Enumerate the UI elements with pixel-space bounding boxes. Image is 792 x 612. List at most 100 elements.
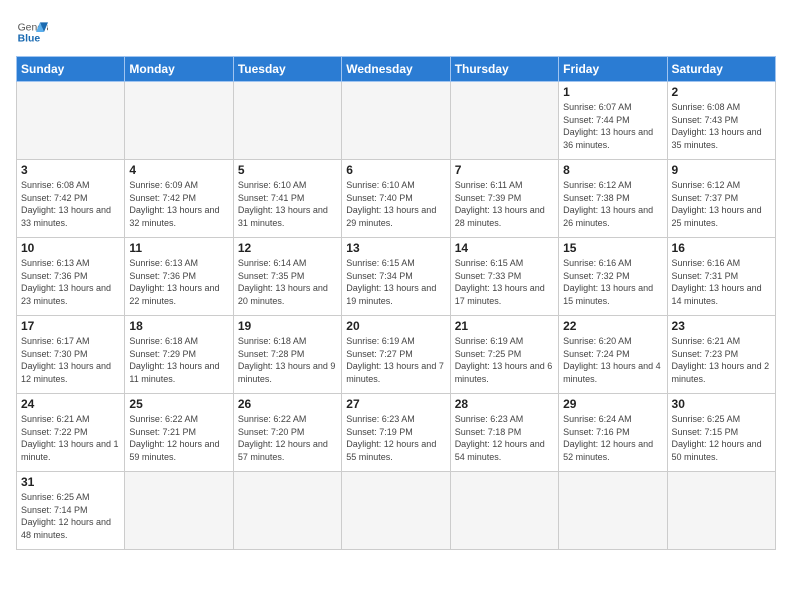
col-header-sunday: Sunday (17, 57, 125, 82)
day-number: 11 (129, 241, 228, 255)
logo: General Blue (16, 16, 52, 48)
day-number: 14 (455, 241, 554, 255)
calendar-cell: 15 Sunrise: 6:16 AM Sunset: 7:32 PM Dayli… (559, 238, 667, 316)
calendar-cell: 21 Sunrise: 6:19 AM Sunset: 7:25 PM Dayli… (450, 316, 558, 394)
day-number: 15 (563, 241, 662, 255)
calendar-cell: 12Sunrise: 6:14 AM Sunset: 7:35 PM Dayli… (233, 238, 341, 316)
calendar-week-2: 10 Sunrise: 6:13 AM Sunset: 7:36 PM Dayli… (17, 238, 776, 316)
calendar-cell: 23Sunrise: 6:21 AM Sunset: 7:23 PM Dayli… (667, 316, 775, 394)
logo-icon: General Blue (16, 16, 48, 48)
day-info: Sunrise: 6:22 AM Sunset: 7:21 PM Dayligh… (129, 413, 228, 463)
day-info: Sunrise: 6:10 AM Sunset: 7:41 PM Dayligh… (238, 179, 337, 229)
day-number: 29 (563, 397, 662, 411)
day-number: 2 (672, 85, 771, 99)
calendar-cell: 28Sunrise: 6:23 AM Sunset: 7:18 PM Dayli… (450, 394, 558, 472)
calendar-cell: 20 Sunrise: 6:19 AM Sunset: 7:27 PM Dayli… (342, 316, 450, 394)
calendar-cell (342, 472, 450, 550)
day-number: 9 (672, 163, 771, 177)
day-info: Sunrise: 6:19 AM Sunset: 7:27 PM Dayligh… (346, 335, 445, 385)
day-number: 23 (672, 319, 771, 333)
day-number: 17 (21, 319, 120, 333)
day-info: Sunrise: 6:18 AM Sunset: 7:28 PM Dayligh… (238, 335, 337, 385)
day-number: 1 (563, 85, 662, 99)
day-info: Sunrise: 6:13 AM Sunset: 7:36 PM Dayligh… (21, 257, 120, 307)
day-info: Sunrise: 6:16 AM Sunset: 7:31 PM Dayligh… (672, 257, 771, 307)
col-header-wednesday: Wednesday (342, 57, 450, 82)
calendar-cell: 6 Sunrise: 6:10 AM Sunset: 7:40 PM Daylig… (342, 160, 450, 238)
day-info: Sunrise: 6:17 AM Sunset: 7:30 PM Dayligh… (21, 335, 120, 385)
day-number: 4 (129, 163, 228, 177)
calendar-cell (125, 472, 233, 550)
day-number: 30 (672, 397, 771, 411)
calendar-cell: 16 Sunrise: 6:16 AM Sunset: 7:31 PM Dayli… (667, 238, 775, 316)
day-info: Sunrise: 6:22 AM Sunset: 7:20 PM Dayligh… (238, 413, 337, 463)
calendar-cell: 13Sunrise: 6:15 AM Sunset: 7:34 PM Dayli… (342, 238, 450, 316)
day-number: 26 (238, 397, 337, 411)
day-info: Sunrise: 6:24 AM Sunset: 7:16 PM Dayligh… (563, 413, 662, 463)
calendar-cell: 8Sunrise: 6:12 AM Sunset: 7:38 PM Daylig… (559, 160, 667, 238)
calendar-cell: 29 Sunrise: 6:24 AM Sunset: 7:16 PM Dayli… (559, 394, 667, 472)
calendar-cell: 17 Sunrise: 6:17 AM Sunset: 7:30 PM Dayli… (17, 316, 125, 394)
day-number: 13 (346, 241, 445, 255)
day-info: Sunrise: 6:18 AM Sunset: 7:29 PM Dayligh… (129, 335, 228, 385)
calendar-cell: 3 Sunrise: 6:08 AM Sunset: 7:42 PM Daylig… (17, 160, 125, 238)
day-number: 19 (238, 319, 337, 333)
calendar-cell: 5 Sunrise: 6:10 AM Sunset: 7:41 PM Daylig… (233, 160, 341, 238)
calendar-cell: 2Sunrise: 6:08 AM Sunset: 7:43 PM Daylig… (667, 82, 775, 160)
calendar-cell: 9 Sunrise: 6:12 AM Sunset: 7:37 PM Daylig… (667, 160, 775, 238)
day-info: Sunrise: 6:19 AM Sunset: 7:25 PM Dayligh… (455, 335, 554, 385)
calendar-cell: 10 Sunrise: 6:13 AM Sunset: 7:36 PM Dayli… (17, 238, 125, 316)
day-number: 27 (346, 397, 445, 411)
day-number: 8 (563, 163, 662, 177)
day-number: 22 (563, 319, 662, 333)
calendar-week-1: 3 Sunrise: 6:08 AM Sunset: 7:42 PM Daylig… (17, 160, 776, 238)
calendar-cell: 4Sunrise: 6:09 AM Sunset: 7:42 PM Daylig… (125, 160, 233, 238)
calendar-cell: 26 Sunrise: 6:22 AM Sunset: 7:20 PM Dayli… (233, 394, 341, 472)
day-number: 24 (21, 397, 120, 411)
day-info: Sunrise: 6:15 AM Sunset: 7:33 PM Dayligh… (455, 257, 554, 307)
day-number: 21 (455, 319, 554, 333)
day-number: 6 (346, 163, 445, 177)
day-number: 16 (672, 241, 771, 255)
calendar-cell: 25 Sunrise: 6:22 AM Sunset: 7:21 PM Dayli… (125, 394, 233, 472)
day-info: Sunrise: 6:16 AM Sunset: 7:32 PM Dayligh… (563, 257, 662, 307)
calendar-cell: 30 Sunrise: 6:25 AM Sunset: 7:15 PM Dayli… (667, 394, 775, 472)
day-number: 7 (455, 163, 554, 177)
day-info: Sunrise: 6:13 AM Sunset: 7:36 PM Dayligh… (129, 257, 228, 307)
day-info: Sunrise: 6:23 AM Sunset: 7:18 PM Dayligh… (455, 413, 554, 463)
day-info: Sunrise: 6:25 AM Sunset: 7:15 PM Dayligh… (672, 413, 771, 463)
calendar-cell: 18Sunrise: 6:18 AM Sunset: 7:29 PM Dayli… (125, 316, 233, 394)
day-info: Sunrise: 6:21 AM Sunset: 7:22 PM Dayligh… (21, 413, 120, 463)
day-number: 20 (346, 319, 445, 333)
day-number: 5 (238, 163, 337, 177)
day-number: 3 (21, 163, 120, 177)
day-info: Sunrise: 6:12 AM Sunset: 7:37 PM Dayligh… (672, 179, 771, 229)
calendar-cell: 11 Sunrise: 6:13 AM Sunset: 7:36 PM Dayli… (125, 238, 233, 316)
col-header-friday: Friday (559, 57, 667, 82)
calendar-cell: 7 Sunrise: 6:11 AM Sunset: 7:39 PM Daylig… (450, 160, 558, 238)
day-info: Sunrise: 6:10 AM Sunset: 7:40 PM Dayligh… (346, 179, 445, 229)
calendar-week-0: 1 Sunrise: 6:07 AM Sunset: 7:44 PM Daylig… (17, 82, 776, 160)
day-info: Sunrise: 6:11 AM Sunset: 7:39 PM Dayligh… (455, 179, 554, 229)
calendar-week-3: 17 Sunrise: 6:17 AM Sunset: 7:30 PM Dayli… (17, 316, 776, 394)
calendar-cell (559, 472, 667, 550)
calendar-cell (342, 82, 450, 160)
calendar-cell: 31Sunrise: 6:25 AM Sunset: 7:14 PM Dayli… (17, 472, 125, 550)
day-number: 25 (129, 397, 228, 411)
calendar-cell (450, 82, 558, 160)
calendar-cell: 22 Sunrise: 6:20 AM Sunset: 7:24 PM Dayli… (559, 316, 667, 394)
col-header-thursday: Thursday (450, 57, 558, 82)
calendar-cell (667, 472, 775, 550)
day-info: Sunrise: 6:20 AM Sunset: 7:24 PM Dayligh… (563, 335, 662, 385)
col-header-monday: Monday (125, 57, 233, 82)
day-info: Sunrise: 6:08 AM Sunset: 7:42 PM Dayligh… (21, 179, 120, 229)
calendar-header-row: SundayMondayTuesdayWednesdayThursdayFrid… (17, 57, 776, 82)
calendar-week-5: 31Sunrise: 6:25 AM Sunset: 7:14 PM Dayli… (17, 472, 776, 550)
day-info: Sunrise: 6:07 AM Sunset: 7:44 PM Dayligh… (563, 101, 662, 151)
col-header-tuesday: Tuesday (233, 57, 341, 82)
calendar-cell (233, 472, 341, 550)
calendar-cell: 19 Sunrise: 6:18 AM Sunset: 7:28 PM Dayli… (233, 316, 341, 394)
calendar-cell: 27Sunrise: 6:23 AM Sunset: 7:19 PM Dayli… (342, 394, 450, 472)
day-number: 10 (21, 241, 120, 255)
calendar-cell (450, 472, 558, 550)
